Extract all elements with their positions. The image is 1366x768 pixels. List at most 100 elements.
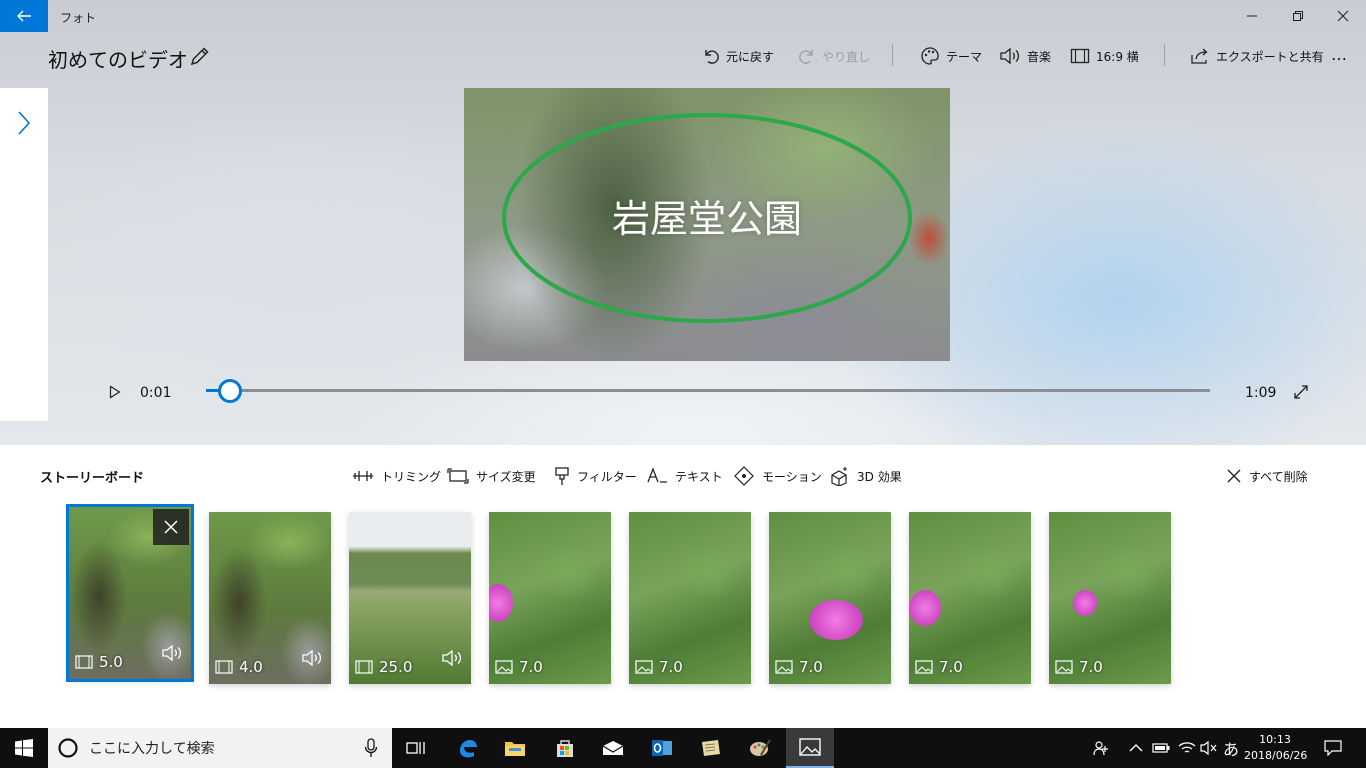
restore-icon [1293,11,1303,21]
storyboard-clip[interactable]: 5.0 [66,504,194,682]
wifi-icon [1178,742,1196,753]
battery-icon [1152,743,1170,753]
filter-label: フィルター [577,469,637,484]
clip-audio-button[interactable] [441,649,463,670]
video-clip-icon [75,655,93,669]
battery-button[interactable] [1152,738,1170,758]
storyboard-clip[interactable]: 7.0 [769,512,891,684]
start-button[interactable] [0,728,48,768]
photos-taskbar-button[interactable] [786,728,834,768]
network-button[interactable] [1178,738,1196,758]
palette-icon [921,47,939,65]
edge-taskbar-button[interactable] [443,728,491,768]
clip-duration-info: 25.0 [355,658,412,676]
motion-button[interactable]: モーション [733,465,822,487]
task-view-icon [406,742,425,754]
ime-mode-button[interactable]: あ [1222,738,1240,759]
storyboard-clip[interactable]: 7.0 [489,512,611,684]
clip-duration: 7.0 [659,658,683,676]
system-clock[interactable]: 10:13 2018/06/26 [1244,732,1307,764]
export-share-button[interactable]: エクスポートと共有 [1190,44,1324,68]
3d-effects-label: 3D 効果 [857,469,902,484]
music-label: 音楽 [1027,49,1052,64]
clip-duration: 5.0 [99,653,123,671]
clip-duration-info: 7.0 [775,658,823,676]
video-clip-icon [355,660,373,674]
clip-audio-button[interactable] [301,649,323,670]
undo-button[interactable]: 元に戻す [702,44,774,68]
paint-taskbar-button[interactable] [736,728,784,768]
show-hidden-icons-button[interactable] [1128,738,1144,758]
remove-clip-button[interactable] [153,509,189,545]
resize-button[interactable]: サイズ変更 [447,465,536,487]
project-title[interactable]: 初めてのビデオ [48,44,188,73]
redo-label: やり直し [822,49,871,64]
music-button[interactable]: 音楽 [999,44,1051,68]
taskbar-search[interactable]: ここに入力して検索 [48,728,392,768]
close-window-button[interactable] [1320,0,1366,32]
redo-icon [799,50,813,64]
image-clip-icon [775,660,793,674]
outlook-icon [652,740,672,756]
store-button[interactable] [541,728,589,768]
storyboard-clip[interactable]: 7.0 [629,512,751,684]
notifications-icon [1324,740,1342,756]
thistle-flower [909,590,941,626]
export-share-label: エクスポートと共有 [1216,49,1324,64]
trim-label: トリミング [381,469,442,484]
storyboard-clip[interactable]: 25.0 [349,512,471,684]
delete-all-button[interactable]: すべて削除 [1226,465,1308,487]
paint-palette-icon [750,739,771,756]
timeline-scrubber[interactable] [218,379,242,403]
app-taskbar-button[interactable] [687,728,735,768]
toolbar-divider [892,44,893,66]
file-explorer-button[interactable] [491,728,539,768]
outlook-button[interactable] [638,728,686,768]
undo-label: 元に戻す [726,49,775,64]
clip-duration: 7.0 [799,658,823,676]
clip-duration: 7.0 [519,658,543,676]
aspect-ratio-label: 16:9 横 [1096,49,1139,64]
project-library-toggle[interactable] [0,88,48,421]
minimize-button[interactable] [1229,0,1275,32]
clip-audio-button[interactable] [161,644,183,665]
resize-icon [447,468,469,484]
motion-icon [734,466,754,486]
theme-button[interactable]: テーマ [920,44,982,68]
storyboard-clip[interactable]: 7.0 [909,512,1031,684]
theme-label: テーマ [946,49,983,64]
current-time: 0:01 [140,385,172,401]
clock-time: 10:13 [1259,733,1291,746]
redo-button[interactable]: やり直し [798,44,870,68]
text-button[interactable]: テキスト [646,465,723,487]
video-clip-icon [215,660,233,674]
3d-effects-button[interactable]: 3D 効果 [830,465,902,487]
aspect-ratio-button[interactable]: 16:9 横 [1070,44,1139,68]
clip-duration: 4.0 [239,658,263,676]
play-button[interactable] [104,381,126,403]
speaker-muted-icon [1200,740,1217,756]
storyboard-clip[interactable]: 7.0 [1049,512,1171,684]
trim-icon [353,471,373,481]
notebook-icon [702,740,720,756]
taskbar: ここに入力して検索 あ 10:13 2018/06/26 [0,728,1366,768]
back-button[interactable] [0,0,48,32]
trim-button[interactable]: トリミング [352,465,441,487]
volume-button[interactable] [1200,738,1218,758]
rename-button[interactable] [188,44,212,68]
task-view-button[interactable] [392,728,440,768]
action-center-button[interactable] [1322,738,1344,758]
maximize-button[interactable] [1275,0,1321,32]
mail-button[interactable] [589,728,637,768]
timeline-track[interactable] [206,389,1210,392]
mail-icon [602,741,624,755]
video-preview[interactable]: 岩屋堂公園 [464,88,950,361]
total-time: 1:09 [1245,385,1277,401]
filter-button[interactable]: フィルター [554,465,637,487]
more-options-button[interactable]: … [1331,42,1348,66]
clip-duration-info: 7.0 [915,658,963,676]
fullscreen-button[interactable] [1290,381,1312,403]
cube-sparkle-icon [831,467,847,486]
storyboard-clip[interactable]: 4.0 [209,512,331,684]
people-button[interactable] [1092,738,1110,758]
